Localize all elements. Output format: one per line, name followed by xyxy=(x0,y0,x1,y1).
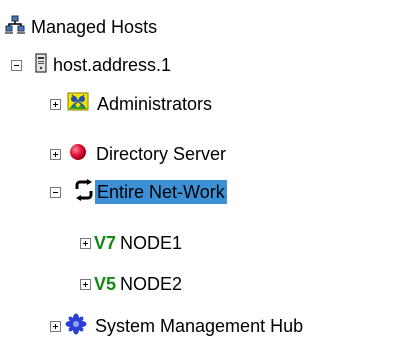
tree-item-entire-net-work[interactable]: Entire Net-Work xyxy=(50,177,227,207)
tree-item-label: NODE1 xyxy=(120,233,183,253)
tree-item-system-management-hub[interactable]: System Management Hub xyxy=(50,311,305,341)
tree-item-label: Directory Server xyxy=(96,144,227,164)
expand-toggle[interactable] xyxy=(50,320,61,332)
administrators-icon xyxy=(66,91,90,118)
server-icon xyxy=(35,52,47,78)
version-badge-icon: V7 xyxy=(94,232,117,253)
collapse-toggle[interactable] xyxy=(50,186,61,198)
hub-icon xyxy=(65,313,87,340)
tree-item-label: Managed Hosts xyxy=(31,17,158,37)
expand-toggle[interactable] xyxy=(80,278,91,290)
tree-item-node2[interactable]: V5 NODE2 xyxy=(80,269,184,299)
version-badge-icon: V5 xyxy=(94,273,117,294)
network-arrows-icon xyxy=(75,178,93,206)
tree-item-administrators[interactable]: Administrators xyxy=(50,89,214,119)
tree-item-label: System Management Hub xyxy=(95,316,304,336)
expand-toggle[interactable] xyxy=(80,237,91,249)
tree-item-host[interactable]: host.address.1 xyxy=(11,50,173,80)
network-hosts-icon xyxy=(4,15,26,40)
tree-item-directory-server[interactable]: Directory Server xyxy=(50,139,228,169)
tree-view: Managed Hosts host.address.1 Administrat… xyxy=(0,0,409,339)
tree-item-managed-hosts[interactable]: Managed Hosts xyxy=(4,12,159,42)
tree-item-label: Entire Net-Work xyxy=(95,180,227,204)
tree-item-label: Administrators xyxy=(97,94,213,114)
tree-item-label: NODE2 xyxy=(120,274,183,294)
expand-toggle[interactable] xyxy=(50,98,61,110)
tree-item-label: host.address.1 xyxy=(53,55,172,75)
tree-item-node1[interactable]: V7 NODE1 xyxy=(80,228,184,258)
collapse-toggle[interactable] xyxy=(11,59,22,71)
red-ball-icon xyxy=(68,142,88,167)
expand-toggle[interactable] xyxy=(50,148,61,160)
